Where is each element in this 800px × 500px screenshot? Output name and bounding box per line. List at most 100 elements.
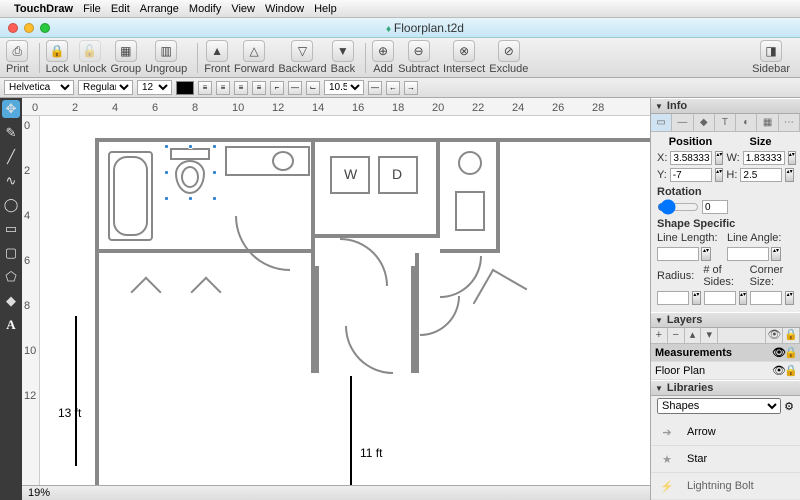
libraries-header[interactable]: ▼Libraries <box>651 380 800 396</box>
zoom-button[interactable] <box>40 23 50 33</box>
tab-geometry[interactable]: ▭ <box>651 114 672 131</box>
valign-top-button[interactable]: ⌐ <box>270 81 284 95</box>
minimize-button[interactable] <box>24 23 34 33</box>
room-left-wall[interactable] <box>95 253 315 373</box>
toilet-tank[interactable] <box>170 148 210 160</box>
y-stepper[interactable]: ▴▾ <box>715 168 724 182</box>
sink-bowl[interactable] <box>272 151 294 171</box>
tab-fill[interactable]: ◆ <box>694 114 715 131</box>
menu-help[interactable]: Help <box>314 3 337 15</box>
lock-icon[interactable]: 🔒 <box>784 364 796 377</box>
linestyle-button[interactable]: ― <box>368 81 382 95</box>
layer-up-button[interactable]: ▴ <box>685 328 702 343</box>
print-button[interactable]: ⎙Print <box>6 40 29 75</box>
lock-button[interactable]: 🔒Lock <box>46 40 69 75</box>
layer-down-button[interactable]: ▾ <box>701 328 718 343</box>
menu-arrange[interactable]: Arrange <box>140 3 179 15</box>
add-button[interactable]: ⊕Add <box>372 40 394 75</box>
align-right-button[interactable]: ≡ <box>234 81 248 95</box>
pointer-tool[interactable]: ✥ <box>2 100 20 118</box>
radius-input[interactable] <box>657 291 689 305</box>
layer-remove-button[interactable]: − <box>668 328 685 343</box>
layer-row-measurements[interactable]: Measurements 👁 🔒 <box>651 344 800 362</box>
sidebar-button[interactable]: ◨Sidebar <box>752 40 790 75</box>
vertical-ruler[interactable]: 024681012 <box>22 116 40 485</box>
x-input[interactable] <box>670 151 712 165</box>
rect-tool[interactable]: ▭ <box>2 220 20 238</box>
menu-modify[interactable]: Modify <box>189 3 221 15</box>
layer-add-button[interactable]: + <box>651 328 668 343</box>
app-menu[interactable]: TouchDraw <box>14 3 73 15</box>
menu-edit[interactable]: Edit <box>111 3 130 15</box>
eye-icon[interactable]: 👁 <box>772 364 784 377</box>
align-center-button[interactable]: ≡ <box>216 81 230 95</box>
forward-button[interactable]: △Forward <box>234 40 274 75</box>
corner-input[interactable] <box>750 291 782 305</box>
h-stepper[interactable]: ▴▾ <box>785 168 794 182</box>
backward-button[interactable]: ▽Backward <box>278 40 326 75</box>
align-left-button[interactable]: ≡ <box>198 81 212 95</box>
sides-input[interactable] <box>704 291 736 305</box>
layers-header[interactable]: ▼Layers <box>651 312 800 328</box>
w-input[interactable] <box>743 151 785 165</box>
color-swatch[interactable] <box>176 81 194 95</box>
front-button[interactable]: ▲Front <box>204 40 230 75</box>
h-input[interactable] <box>740 168 782 182</box>
x-stepper[interactable]: ▴▾ <box>715 151 723 165</box>
w-stepper[interactable]: ▴▾ <box>788 151 796 165</box>
polygon-tool[interactable]: ⬠ <box>2 268 20 286</box>
lock-icon[interactable]: 🔒 <box>784 346 796 359</box>
path-tool[interactable]: ∿ <box>2 172 20 190</box>
library-select[interactable]: Shapes <box>657 398 781 414</box>
linelen-input[interactable] <box>657 247 699 261</box>
layer-row-floorplan[interactable]: Floor Plan 👁 🔒 <box>651 362 800 380</box>
rotation-slider[interactable] <box>657 200 699 214</box>
tab-image[interactable]: ▦ <box>757 114 778 131</box>
closet-shelf[interactable] <box>455 191 485 231</box>
horizontal-ruler[interactable]: 0246810121416182022242628 <box>22 98 650 116</box>
group-button[interactable]: ▦Group <box>111 40 142 75</box>
closet-circle[interactable] <box>458 151 482 175</box>
ungroup-button[interactable]: ▥Ungroup <box>145 40 187 75</box>
pen-tool[interactable]: ✎ <box>2 124 20 142</box>
library-gear-icon[interactable]: ⚙ <box>784 400 794 413</box>
arrowend-button[interactable]: → <box>404 81 418 95</box>
line-tool[interactable]: ╱ <box>2 148 20 166</box>
rotation-input[interactable] <box>702 200 728 214</box>
library-item-lightning[interactable]: ⚡Lightning Bolt <box>651 473 800 500</box>
drawing-canvas[interactable]: W D 13 ft 11 ft <box>40 116 650 485</box>
y-input[interactable] <box>670 168 712 182</box>
library-item-star[interactable]: ★Star <box>651 446 800 473</box>
tab-stroke[interactable]: ― <box>672 114 693 131</box>
info-header[interactable]: ▼Info <box>651 98 800 114</box>
menu-file[interactable]: File <box>83 3 101 15</box>
eye-icon[interactable]: 👁 <box>772 346 784 359</box>
library-item-arrow[interactable]: ➔Arrow <box>651 419 800 446</box>
lineang-input[interactable] <box>727 247 769 261</box>
unlock-button[interactable]: 🔓Unlock <box>73 40 107 75</box>
zoom-level[interactable]: 19% <box>28 487 50 499</box>
sink-counter[interactable] <box>225 146 310 176</box>
align-just-button[interactable]: ≡ <box>252 81 266 95</box>
fill-tool[interactable]: ◆ <box>2 292 20 310</box>
valign-bot-button[interactable]: ⌙ <box>306 81 320 95</box>
weight-select[interactable]: Regular <box>78 80 133 95</box>
tab-text[interactable]: T <box>715 114 736 131</box>
arrowstart-button[interactable]: ← <box>386 81 400 95</box>
subtract-button[interactable]: ⊖Subtract <box>398 40 439 75</box>
close-button[interactable] <box>8 23 18 33</box>
font-select[interactable]: Helvetica <box>4 80 74 95</box>
tab-other[interactable]: ⋯ <box>779 114 800 131</box>
back-button[interactable]: ▼Back <box>331 40 355 75</box>
valign-mid-button[interactable]: ― <box>288 81 302 95</box>
fontsize-select[interactable]: 12 <box>137 80 172 95</box>
menu-view[interactable]: View <box>231 3 255 15</box>
stroke-select[interactable]: 10.5 <box>324 80 364 95</box>
ellipse-tool[interactable]: ◯ <box>2 196 20 214</box>
dim-line-mid[interactable] <box>350 376 352 485</box>
intersect-button[interactable]: ⊗Intersect <box>443 40 485 75</box>
text-tool[interactable]: A <box>2 316 20 334</box>
menu-window[interactable]: Window <box>265 3 304 15</box>
roundrect-tool[interactable]: ▢ <box>2 244 20 262</box>
exclude-button[interactable]: ⊘Exclude <box>489 40 528 75</box>
